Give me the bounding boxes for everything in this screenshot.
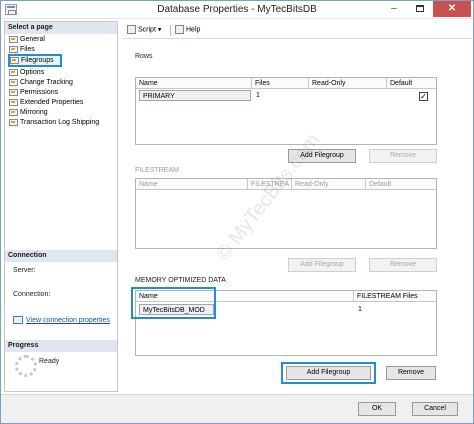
page-label: Filegroups — [21, 57, 54, 64]
filestream-add-filegroup-button[interactable]: Add Filegroup — [288, 258, 356, 272]
column-header-filestream[interactable]: FILESTREA — [248, 179, 292, 190]
page-label: Permissions — [20, 89, 59, 96]
progress-header: Progress — [5, 340, 117, 352]
rows-add-filegroup-button[interactable]: Add Filegroup — [288, 149, 356, 163]
page-transaction-log-shipping[interactable]: Transaction Log Shipping — [9, 118, 113, 128]
script-button[interactable]: Script ▾ — [127, 25, 161, 34]
rows-remove-button[interactable]: Remove — [369, 149, 437, 163]
page-icon — [9, 108, 18, 116]
page-icon — [9, 68, 18, 76]
server-label: Server: — [13, 267, 36, 274]
maximize-button[interactable] — [407, 1, 433, 17]
checkmark-icon: ✓ — [420, 92, 427, 101]
rows-grid: Name Files Read-Only Default PRIMARY 1 ✓ — [135, 77, 437, 145]
dialog-footer: OK Cancel — [1, 394, 473, 423]
page-icon — [10, 56, 19, 64]
page-icon — [9, 45, 18, 53]
filegroup-name-cell[interactable]: PRIMARY — [139, 90, 251, 101]
ok-button[interactable]: OK — [358, 402, 396, 416]
help-icon — [175, 25, 184, 34]
column-header-default[interactable]: Default — [387, 78, 436, 89]
page-permissions[interactable]: Permissions — [9, 88, 113, 98]
page-icon — [9, 78, 18, 86]
page-icon — [9, 118, 18, 126]
script-icon — [127, 25, 136, 34]
minimize-button[interactable]: – — [381, 1, 407, 17]
page-label: Mirroring — [20, 109, 48, 116]
progress-status: Ready — [39, 358, 60, 365]
memory-remove-button[interactable]: Remove — [386, 366, 436, 380]
script-label: Script — [138, 26, 156, 34]
memory-optimized-section-label: MEMORY OPTIMIZED DATA — [135, 277, 226, 284]
filestream-grid: Name FILESTREA Read-Only Default — [135, 178, 437, 249]
page-extended-properties[interactable]: Extended Properties — [9, 98, 113, 108]
default-checkbox[interactable]: ✓ — [419, 92, 428, 101]
page-mirroring[interactable]: Mirroring — [9, 108, 113, 118]
connection-label: Connection: — [13, 291, 51, 298]
toolbar: Script ▾ Help — [123, 21, 471, 39]
database-properties-window: Database Properties - MyTecBitsDB – ✕ Se… — [0, 0, 474, 424]
memory-name-highlight — [131, 287, 216, 319]
page-options[interactable]: Options — [9, 68, 113, 78]
column-header-name[interactable]: Name — [136, 179, 248, 190]
rows-section-label: Rows — [135, 53, 153, 60]
cancel-button[interactable]: Cancel — [412, 402, 458, 416]
filestream-section-label: FILESTREAM — [135, 167, 179, 174]
column-header-read-only[interactable]: Read-Only — [292, 179, 366, 190]
memory-filegroup-files-cell: 1 — [358, 306, 362, 313]
column-header-read-only[interactable]: Read-Only — [309, 78, 387, 89]
chevron-down-icon: ▾ — [157, 26, 162, 34]
page-icon — [9, 35, 18, 43]
column-header-name[interactable]: Name — [136, 78, 252, 89]
toolbar-separator — [170, 25, 171, 36]
column-header-files[interactable]: Files — [252, 78, 309, 89]
progress-spinner-icon — [15, 355, 37, 377]
title-bar: Database Properties - MyTecBitsDB – ✕ — [1, 1, 473, 19]
page-general[interactable]: General — [9, 35, 113, 45]
page-change-tracking[interactable]: Change Tracking — [9, 78, 113, 88]
page-label: Change Tracking — [20, 79, 73, 86]
view-connection-properties-link[interactable]: View connection properties — [13, 316, 110, 324]
page-label: Options — [20, 69, 45, 76]
page-label: Files — [20, 46, 35, 53]
filestream-remove-button[interactable]: Remove — [369, 258, 437, 272]
filegroup-files-cell: 1 — [256, 92, 260, 99]
page-filegroups[interactable]: Filegroups — [8, 54, 62, 67]
column-header-filestream-files[interactable]: FILESTREAM Files — [354, 291, 436, 302]
memory-add-filegroup-button[interactable]: Add Filegroup — [286, 366, 371, 380]
properties-icon — [13, 316, 23, 324]
help-button[interactable]: Help — [175, 25, 200, 34]
page-label: General — [20, 36, 45, 43]
column-header-default[interactable]: Default — [366, 179, 436, 190]
help-label: Help — [186, 26, 201, 34]
page-label: Extended Properties — [20, 99, 84, 106]
connection-header: Connection — [5, 250, 117, 262]
select-page-header: Select a page — [5, 22, 117, 34]
close-button[interactable]: ✕ — [433, 1, 471, 17]
view-connection-properties-text: View connection properties — [26, 316, 110, 324]
page-label: Transaction Log Shipping — [20, 119, 100, 126]
page-icon — [9, 98, 18, 106]
left-pane: Select a page General Files Filegroups O… — [4, 21, 118, 392]
maximize-icon — [416, 4, 424, 12]
page-icon — [9, 88, 18, 96]
